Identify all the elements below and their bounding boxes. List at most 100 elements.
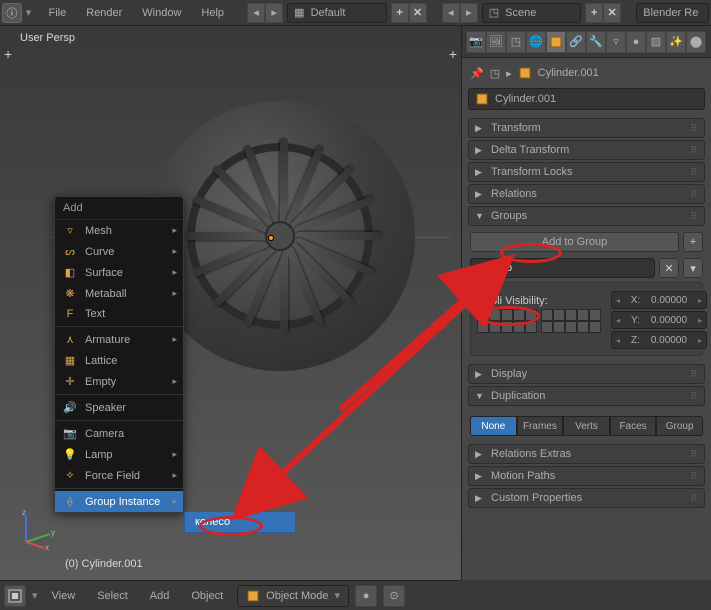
add-menu-title: Add — [55, 197, 183, 220]
panel-custom-properties[interactable]: ▶Custom Properties⠿ — [468, 488, 705, 508]
mode-dropdown[interactable]: Object Mode ▾ — [237, 585, 349, 607]
panel-transform[interactable]: ▶Transform⠿ — [468, 118, 705, 138]
add-menu-curve[interactable]: ᔕCurve▸ — [55, 241, 183, 262]
panel-display[interactable]: ▶Display⠿ — [468, 364, 705, 384]
layer-grid-2[interactable] — [541, 309, 601, 333]
tab-texture[interactable]: ▨ — [646, 31, 666, 53]
group-specials-button[interactable]: ▾ — [683, 258, 703, 278]
grip-icon[interactable]: ⠿ — [690, 167, 698, 178]
render-engine-field[interactable]: Blender Re — [636, 3, 709, 23]
grip-icon[interactable]: ⠿ — [690, 145, 698, 156]
tab-material[interactable]: ● — [626, 31, 646, 53]
offset-y-field[interactable]: ◂Y:0.00000▸ — [611, 311, 707, 329]
grip-icon[interactable]: ⠿ — [690, 211, 698, 222]
dupli-group-button[interactable]: Group — [656, 416, 703, 436]
editor-type-icon[interactable] — [4, 585, 26, 607]
add-menu-text[interactable]: FText — [55, 304, 183, 324]
scene-add-remove[interactable]: +✕ — [585, 3, 621, 23]
add-menu-speaker[interactable]: 🔊Speaker — [55, 397, 183, 418]
add-group-plus-button[interactable]: + — [683, 232, 703, 252]
group-instance-submenu-item[interactable]: колесо — [184, 511, 296, 533]
chevron-down-icon[interactable]: ▾ — [32, 589, 38, 602]
add-menu-lattice[interactable]: ▦Lattice — [55, 350, 183, 371]
grip-icon[interactable]: ⠿ — [690, 123, 698, 134]
panel-relations[interactable]: ▶Relations⠿ — [468, 184, 705, 204]
panel-duplication[interactable]: ▼Duplication⠿ — [468, 386, 705, 406]
panel-groups[interactable]: ▼Groups⠿ — [468, 206, 705, 226]
info-icon[interactable]: ⓘ — [2, 3, 22, 23]
grip-icon[interactable]: ⠿ — [690, 189, 698, 200]
chevron-down-icon[interactable]: ▾ — [26, 6, 37, 19]
grip-icon[interactable]: ⠿ — [690, 391, 698, 402]
view-menu[interactable]: View — [44, 586, 84, 606]
grip-icon[interactable]: ⠿ — [690, 471, 698, 482]
region-toggle-left-icon[interactable]: + — [4, 46, 12, 62]
add-menu-lamp[interactable]: 💡Lamp▸ — [55, 444, 183, 465]
tab-constraints[interactable]: 🔗 — [566, 31, 586, 53]
group-name-field[interactable]: колесо — [470, 258, 655, 278]
layer-grid-1[interactable] — [477, 309, 537, 333]
panel-relations-extras[interactable]: ▶Relations Extras⠿ — [468, 444, 705, 464]
empty-icon: ✛ — [63, 375, 77, 388]
tab-object[interactable] — [546, 31, 566, 53]
object-menu[interactable]: Object — [183, 586, 231, 606]
group-icon: ⟠ — [63, 495, 77, 508]
tab-world[interactable]: 🌐 — [526, 31, 546, 53]
menu-help[interactable]: Help — [193, 3, 232, 23]
shading-button[interactable]: ● — [355, 585, 377, 607]
tab-modifiers[interactable]: 🔧 — [586, 31, 606, 53]
offset-z-field[interactable]: ◂Z:0.00000▸ — [611, 331, 707, 349]
add-menu-force-field[interactable]: ⟡Force Field▸ — [55, 465, 183, 486]
screen-prev-next[interactable]: ◂▸ — [247, 3, 283, 23]
pivot-button[interactable]: ⊙ — [383, 585, 405, 607]
panel-title: Transform Locks — [491, 166, 573, 178]
menu-item-label: Lamp — [85, 449, 113, 461]
dupli-verts-button[interactable]: Verts — [563, 416, 610, 436]
object-name-field[interactable]: Cylinder.001 — [468, 88, 705, 110]
add-menu-group-instance[interactable]: ⟠ Group Instance ▸ — [55, 491, 183, 512]
panel-transform-locks[interactable]: ▶Transform Locks⠿ — [468, 162, 705, 182]
region-toggle-right-icon[interactable]: + — [449, 46, 457, 62]
svg-text:y: y — [51, 528, 55, 537]
grip-icon[interactable]: ⠿ — [690, 493, 698, 504]
screen-add-remove[interactable]: +✕ — [391, 3, 427, 23]
grip-icon[interactable]: ⠿ — [690, 369, 698, 380]
mesh-object-wheel[interactable] — [145, 101, 415, 371]
dupli-faces-button[interactable]: Faces — [610, 416, 657, 436]
tab-scene[interactable]: ◳ — [506, 31, 526, 53]
remove-group-button[interactable]: ✕ — [659, 258, 679, 278]
3d-viewport[interactable]: User Persp + + z y x (0) Cylinder.001 Ad… — [0, 26, 461, 580]
pin-icon[interactable]: 📌 — [470, 67, 484, 80]
add-menu-camera[interactable]: 📷Camera — [55, 423, 183, 444]
scene-field[interactable]: ◳ Scene — [482, 3, 581, 23]
add-menu-mesh[interactable]: ▿Mesh▸ — [55, 220, 183, 241]
scene-prev-next[interactable]: ◂▸ — [442, 3, 478, 23]
offset-x-field[interactable]: ◂X:0.00000▸ — [611, 291, 707, 309]
tab-render[interactable]: 📷 — [466, 31, 486, 53]
tab-physics[interactable]: ⬤ — [686, 31, 706, 53]
select-menu[interactable]: Select — [89, 586, 136, 606]
add-menu-empty[interactable]: ✛Empty▸ — [55, 371, 183, 392]
tab-data[interactable]: ▿ — [606, 31, 626, 53]
add-menu-surface[interactable]: ◧Surface▸ — [55, 262, 183, 283]
collapse-icon: ▶ — [475, 471, 485, 482]
screen-layout-field[interactable]: ▦ Default — [287, 3, 386, 23]
menu-render[interactable]: Render — [78, 3, 130, 23]
add-menu-armature[interactable]: ⋏Armature▸ — [55, 329, 183, 350]
expand-icon: ▼ — [475, 391, 485, 401]
menu-file[interactable]: File — [40, 3, 74, 23]
tab-render-layers[interactable]: 🖼 — [486, 31, 506, 53]
add-to-group-button[interactable]: Add to Group — [470, 232, 679, 252]
lamp-icon: 💡 — [63, 448, 77, 461]
menu-window[interactable]: Window — [134, 3, 189, 23]
tab-particles[interactable]: ✨ — [666, 31, 686, 53]
add-menu[interactable]: Add — [142, 586, 178, 606]
grip-icon[interactable]: ⠿ — [690, 449, 698, 460]
dupli-frames-button[interactable]: Frames — [517, 416, 564, 436]
axis-label: X: — [631, 295, 640, 306]
panel-motion-paths[interactable]: ▶Motion Paths⠿ — [468, 466, 705, 486]
dupli-none-button[interactable]: None — [470, 416, 517, 436]
axis-value: 0.00000 — [651, 335, 687, 346]
add-menu-metaball[interactable]: ❋Metaball▸ — [55, 283, 183, 304]
panel-delta-transform[interactable]: ▶Delta Transform⠿ — [468, 140, 705, 160]
